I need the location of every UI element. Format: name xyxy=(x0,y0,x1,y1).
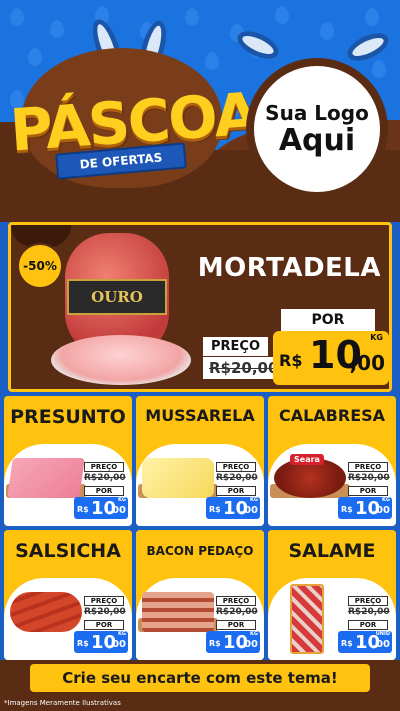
bacon-image xyxy=(142,592,214,632)
price-unit: KG xyxy=(370,333,383,342)
preco-label: PREÇO xyxy=(84,596,124,606)
currency: R$ xyxy=(341,505,353,514)
bunny-ear-icon xyxy=(343,27,393,67)
preco-label: PREÇO xyxy=(203,337,269,356)
product-card-bacon[interactable]: BACON PEDAÇO PREÇO R$20,00 POR R$ 10 ,00… xyxy=(136,530,264,660)
price-decimal: ,00 xyxy=(349,351,385,375)
presunto-image xyxy=(7,458,85,498)
price-decimal: ,00 xyxy=(372,639,390,650)
header-banner: PÁSCOA DE OFERTAS Sua Logo Aqui xyxy=(0,0,400,222)
currency: R$ xyxy=(209,639,221,648)
price-decimal: ,00 xyxy=(240,639,258,650)
preco-label: PREÇO xyxy=(216,462,256,472)
product-card-salame[interactable]: SALAME PREÇO R$20,00 POR R$ 10 ,00 UNID xyxy=(268,530,396,660)
price-tag: R$ 10 ,00 UNID xyxy=(338,631,392,653)
logo-placeholder[interactable]: Sua Logo Aqui xyxy=(246,58,388,200)
product-name: SALSICHA xyxy=(15,540,121,562)
old-price: R$20,00 xyxy=(348,473,390,484)
product-card-presunto[interactable]: PRESUNTO PREÇO R$20,00 POR R$ 10 ,00 KG xyxy=(4,396,132,526)
currency: R$ xyxy=(341,639,353,648)
por-label: POR xyxy=(84,486,124,496)
mussarela-image xyxy=(142,458,214,498)
brand-label: OURO xyxy=(67,279,167,315)
product-card-salsicha[interactable]: SALSICHA PREÇO R$20,00 POR R$ 10 ,00 KG xyxy=(4,530,132,660)
featured-product-name: MORTADELA xyxy=(197,253,381,283)
preco-label: PREÇO xyxy=(216,596,256,606)
price-tag: R$ 10 ,00 KG xyxy=(206,631,260,653)
salame-package-image xyxy=(290,584,324,654)
cta-button[interactable]: Crie seu encarte com este tema! xyxy=(30,664,370,692)
old-price: R$20,00 xyxy=(203,357,278,379)
currency: R$ xyxy=(77,505,89,514)
product-name: SALAME xyxy=(288,540,376,562)
price-tag: R$ 10 ,00 KG xyxy=(74,631,128,653)
old-price: R$20,00 xyxy=(348,607,390,618)
por-label: POR xyxy=(84,620,124,630)
discount-badge: -50% xyxy=(17,243,63,289)
price-unit: KG xyxy=(382,497,390,503)
currency: R$ xyxy=(77,639,89,648)
price-decimal: ,00 xyxy=(108,639,126,650)
old-price: R$20,00 xyxy=(216,607,258,618)
currency: R$ xyxy=(209,505,221,514)
currency: R$ xyxy=(279,351,303,370)
product-name: BACON PEDAÇO xyxy=(146,544,254,558)
por-label: POR xyxy=(216,620,256,630)
por-label: POR xyxy=(348,486,388,496)
disclaimer-note: *Imagens Meramente Ilustrativas xyxy=(4,699,121,707)
price-unit: UNID xyxy=(375,631,390,637)
por-label: POR xyxy=(281,309,375,331)
salsicha-image xyxy=(10,592,82,632)
logo-text-line1: Sua Logo xyxy=(265,101,369,125)
price-unit: KG xyxy=(118,631,126,637)
price-tag: R$ 10 ,00 KG xyxy=(206,497,260,519)
por-label: POR xyxy=(348,620,388,630)
old-price: R$20,00 xyxy=(84,473,126,484)
bunny-ear-icon xyxy=(233,25,283,65)
price-decimal: ,00 xyxy=(108,505,126,516)
product-name: CALABRESA xyxy=(278,406,386,425)
price-decimal: ,00 xyxy=(372,505,390,516)
product-name: PRESUNTO xyxy=(10,406,126,428)
price-tag: R$ 10 ,00 KG xyxy=(74,497,128,519)
featured-product[interactable]: -50% OURO MORTADELA PREÇO R$20,00 POR R$… xyxy=(8,222,392,392)
price-tag: R$ 10 ,00 KG xyxy=(273,331,389,385)
preco-label: PREÇO xyxy=(348,596,388,606)
product-card-calabresa[interactable]: CALABRESA Seara PREÇO R$20,00 POR R$ 10 … xyxy=(268,396,396,526)
por-label: POR xyxy=(216,486,256,496)
price-unit: KG xyxy=(118,497,126,503)
preco-label: PREÇO xyxy=(84,462,124,472)
price-unit: KG xyxy=(250,631,258,637)
product-name: MUSSARELA xyxy=(145,406,255,425)
product-card-mussarela[interactable]: MUSSARELA PREÇO R$20,00 POR R$ 10 ,00 KG xyxy=(136,396,264,526)
price-tag: R$ 10 ,00 KG xyxy=(338,497,392,519)
price-unit: KG xyxy=(250,497,258,503)
price-decimal: ,00 xyxy=(240,505,258,516)
brand-logo: Seara xyxy=(290,454,324,465)
mortadela-slices-image xyxy=(51,335,191,385)
preco-label: PREÇO xyxy=(348,462,388,472)
old-price: R$20,00 xyxy=(84,607,126,618)
logo-text-line2: Aqui xyxy=(278,123,356,158)
old-price: R$20,00 xyxy=(216,473,258,484)
